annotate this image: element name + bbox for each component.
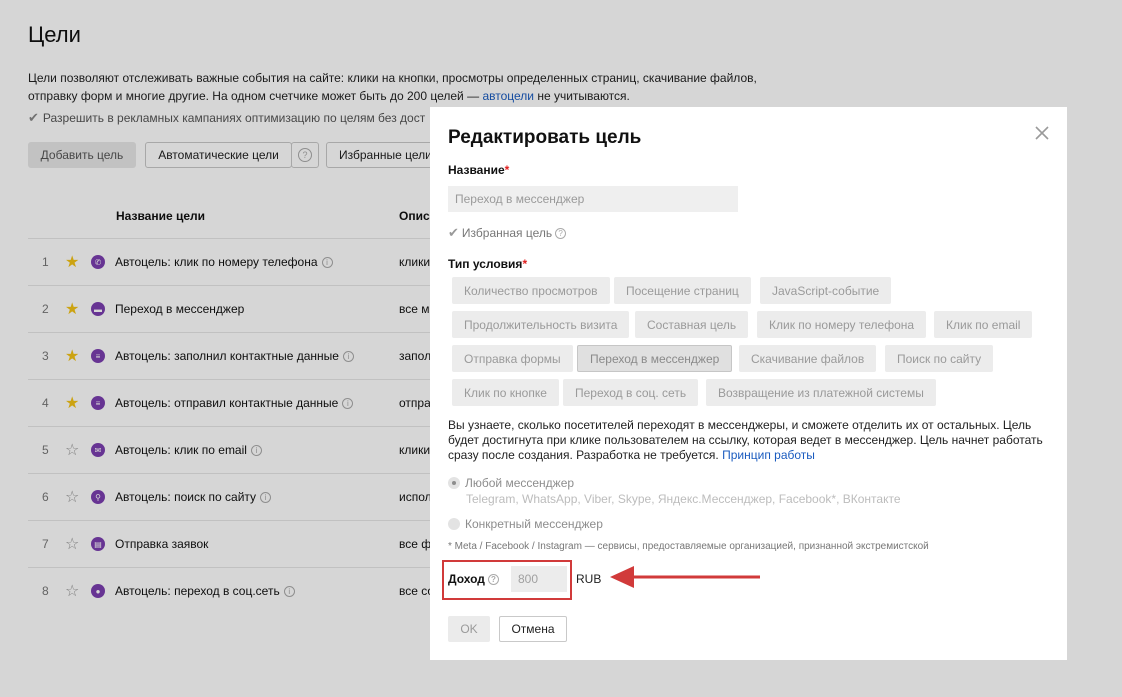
condition-type-option[interactable]: Переход в мессенджер [577,345,733,372]
edit-goal-dialog: Редактировать цель Название* ✔ Избранная… [430,107,1067,660]
income-label: Доход ? [448,572,499,586]
condition-type-option[interactable]: Скачивание файлов [739,345,877,372]
dialog-title: Редактировать цель [448,127,642,148]
favorite-checkbox[interactable]: ✔ Избранная цель ? [448,225,567,241]
radio-unselected-icon [448,518,460,530]
ok-button[interactable]: OK [448,616,490,642]
info-icon[interactable]: ? [487,573,499,585]
condition-description: Вы узнаете, сколько посетителей переходя… [448,418,1043,462]
name-label: Название* [448,163,510,177]
condition-type-option[interactable]: Отправка формы [452,345,573,372]
radio-specific-messenger[interactable]: Конкретный мессенджер [448,517,603,531]
condition-type-option[interactable]: Клик по кнопке [452,379,559,406]
condition-type-option[interactable]: JavaScript-событие [760,277,892,304]
goal-name-input[interactable] [448,186,738,212]
cancel-button[interactable]: Отмена [499,616,567,642]
condition-type-option[interactable]: Клик по email [934,311,1033,338]
how-it-works-link[interactable]: Принцип работы [722,448,815,462]
footnote: * Meta / Facebook / Instagram — сервисы,… [448,541,929,552]
condition-type-option[interactable]: Составная цель [635,311,749,338]
condition-type-option[interactable]: Количество просмотров [452,277,610,304]
condition-type-option[interactable]: Посещение страниц [614,277,751,304]
messenger-list: Telegram, WhatsApp, Viber, Skype, Яндекс… [466,492,901,506]
info-icon[interactable]: ? [555,227,567,239]
condition-type-option[interactable]: Возвращение из платежной системы [706,379,936,406]
arrow-icon [610,566,760,588]
close-icon[interactable] [1034,125,1050,141]
condition-type-option[interactable]: Поиск по сайту [885,345,994,372]
radio-selected-icon [448,477,460,489]
radio-any-messenger[interactable]: Любой мессенджер [448,476,574,490]
currency-label: RUB [576,572,602,586]
condition-type-option[interactable]: Переход в соц. сеть [563,379,699,406]
income-input[interactable] [511,566,567,592]
condition-type-option[interactable]: Продолжительность визита [452,311,630,338]
condition-type-option[interactable]: Клик по номеру телефона [757,311,927,338]
checkmark-icon: ✔ [448,225,459,240]
condition-type-label: Тип условия* [448,257,528,271]
